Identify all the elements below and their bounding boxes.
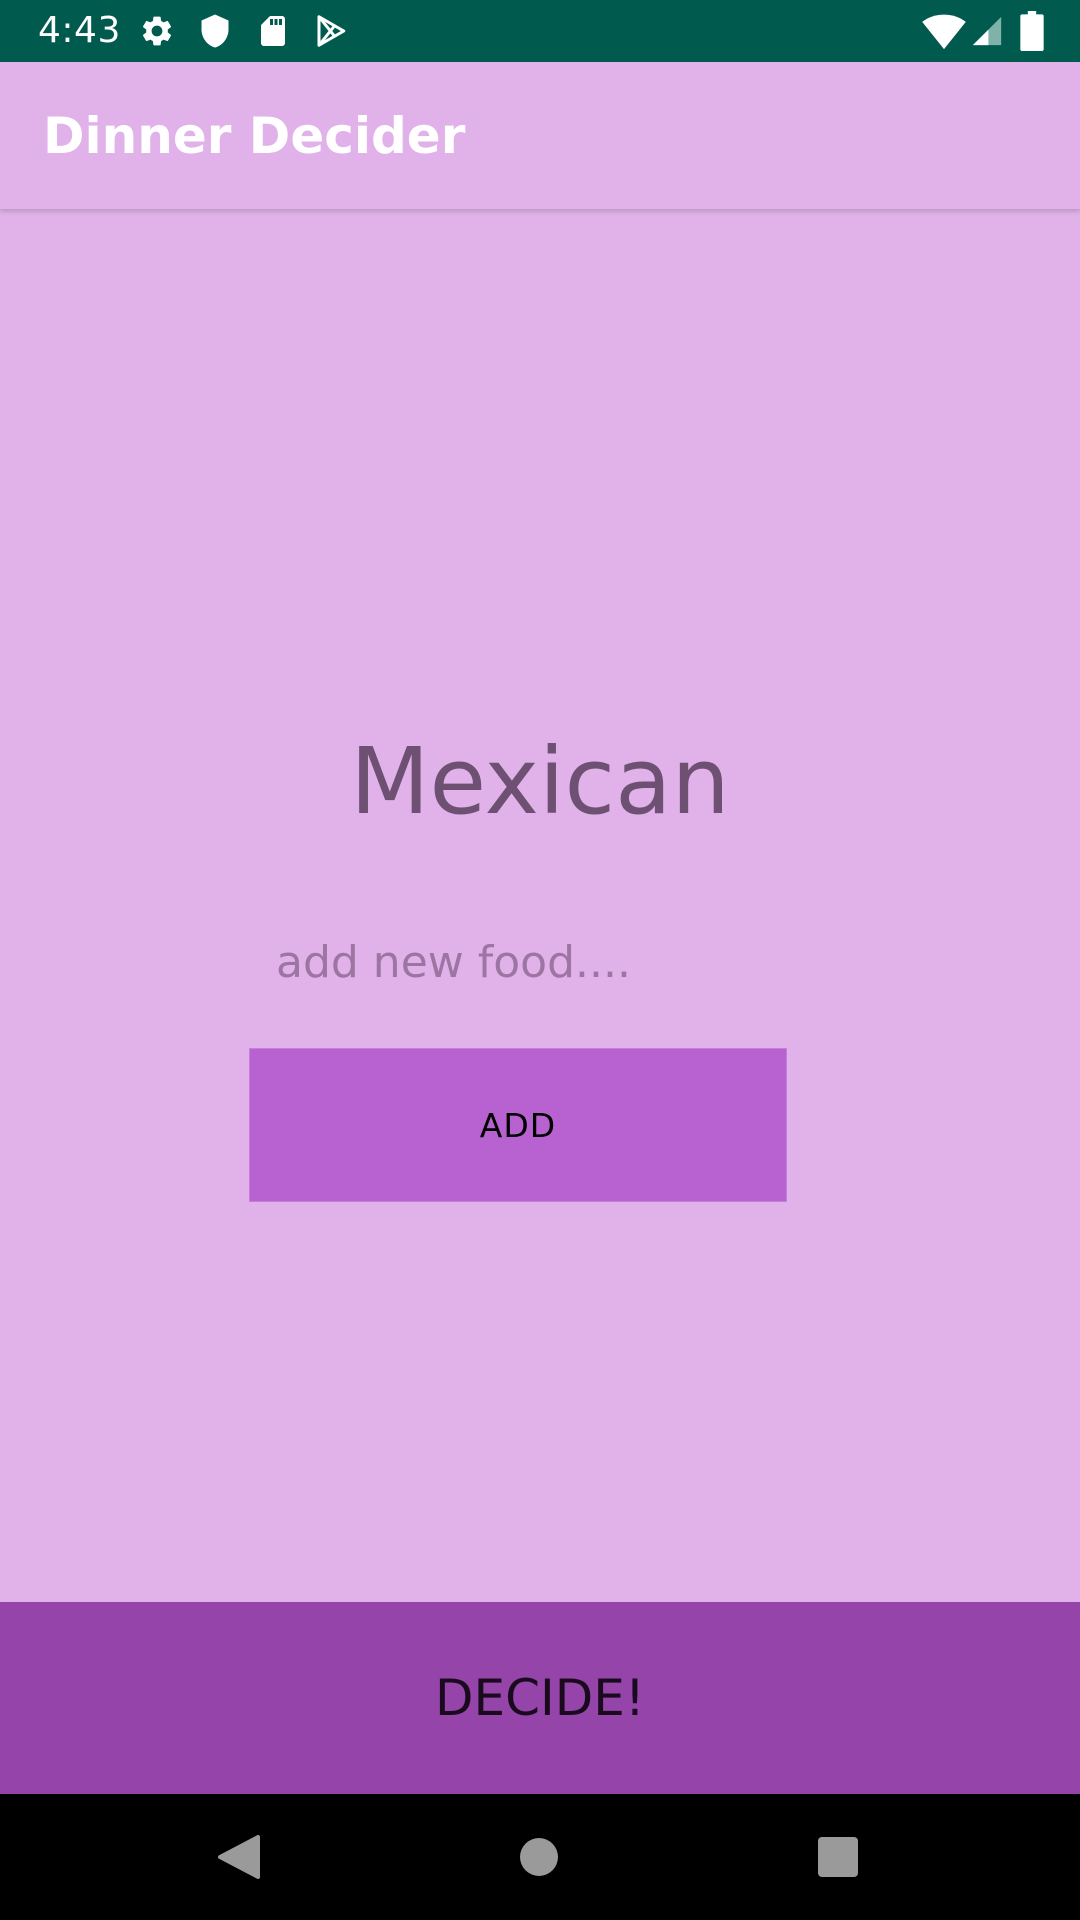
decide-button[interactable]: DECIDE! <box>0 1602 1080 1794</box>
shield-icon <box>197 13 233 49</box>
navigation-bar <box>0 1794 1080 1920</box>
battery-icon <box>1019 11 1045 51</box>
home-icon[interactable] <box>509 1827 569 1887</box>
new-food-input[interactable] <box>266 922 786 1002</box>
gear-icon <box>139 13 175 49</box>
sd-card-icon <box>255 13 291 49</box>
app-bar: Dinner Decider <box>0 62 1080 209</box>
wifi-icon <box>922 11 966 51</box>
main-content: Mexican ADD <box>0 209 1080 1602</box>
play-store-icon <box>313 13 349 49</box>
add-button[interactable]: ADD <box>249 1048 787 1202</box>
status-bar: 4:43 <box>0 0 1080 62</box>
app-title: Dinner Decider <box>43 107 466 165</box>
back-icon[interactable] <box>210 1827 270 1887</box>
selected-food-text: Mexican <box>350 728 730 835</box>
cell-signal-icon <box>970 13 1004 49</box>
recents-icon[interactable] <box>808 1827 868 1887</box>
status-time: 4:43 <box>38 10 121 51</box>
